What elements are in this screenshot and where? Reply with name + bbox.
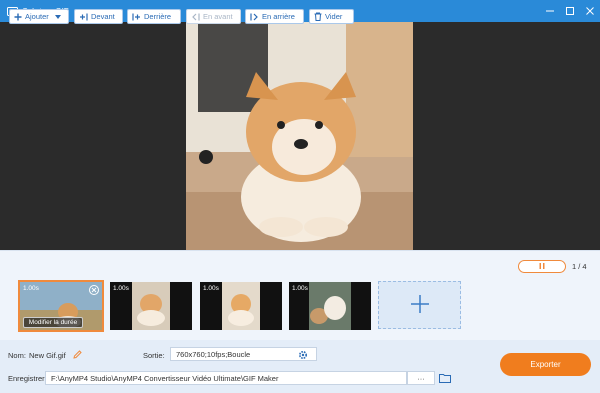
remove-thumbnail-icon[interactable] — [89, 285, 99, 295]
backward-button-label: En arrière — [262, 12, 295, 21]
add-button[interactable]: Ajouter — [9, 9, 69, 24]
preview-area — [0, 22, 600, 250]
pause-icon — [538, 262, 546, 272]
move-backward-icon — [250, 13, 259, 21]
behind-button-label: Derrière — [144, 12, 172, 21]
forward-button[interactable]: En avant — [186, 9, 241, 24]
maximize-icon[interactable] — [560, 0, 580, 22]
browse-button[interactable]: ··· — [407, 371, 435, 385]
export-button[interactable]: Exporter — [500, 353, 591, 376]
add-behind-icon — [132, 13, 141, 21]
thumbnail-duration: 1.00s — [292, 285, 308, 292]
clear-button[interactable]: Vider — [309, 9, 354, 24]
move-forward-icon — [191, 13, 200, 21]
front-button-label: Devant — [91, 12, 115, 21]
clear-button-label: Vider — [325, 12, 343, 21]
chevron-down-icon[interactable] — [54, 14, 61, 19]
save-path-value: F:\AnyMP4 Studio\AnyMP4 Convertisseur Vi… — [51, 373, 279, 383]
edit-name-icon[interactable] — [72, 349, 83, 360]
front-button[interactable]: Devant — [74, 9, 123, 24]
output-value: 760x760;10fps;Boucle — [176, 349, 251, 359]
save-path-field[interactable]: F:\AnyMP4 Studio\AnyMP4 Convertisseur Vi… — [45, 371, 407, 385]
forward-button-label: En avant — [203, 12, 233, 21]
more-options: ··· — [417, 373, 425, 383]
frame-counter: 1 / 4 — [572, 262, 587, 271]
add-front-icon — [79, 13, 88, 21]
behind-button[interactable]: Derrière — [127, 9, 181, 24]
folder-icon[interactable] — [438, 372, 452, 384]
name-value[interactable]: New Gif.gif — [29, 351, 66, 360]
output-settings-field[interactable]: 760x760;10fps;Boucle — [170, 347, 317, 361]
plus-icon — [14, 13, 22, 21]
backward-button[interactable]: En arrière — [245, 9, 304, 24]
preview-image — [186, 22, 413, 250]
add-frame-button[interactable] — [378, 281, 461, 329]
add-button-label: Ajouter — [25, 12, 49, 21]
close-icon[interactable] — [580, 0, 600, 22]
name-label: Nom: — [8, 351, 26, 360]
plus-icon — [410, 294, 430, 316]
save-label: Enregistrer: — [8, 374, 47, 383]
minimize-icon[interactable] — [540, 0, 560, 22]
pause-button[interactable] — [518, 260, 566, 273]
thumbnail-2[interactable]: 1.00s — [110, 282, 192, 330]
toolbar — [0, 250, 600, 280]
thumbnail-strip: 1.00s Modifier la durée 1.00s 1.00s 1.00… — [0, 280, 600, 340]
thumbnail-4[interactable]: 1.00s — [289, 282, 371, 330]
modify-duration-button[interactable]: Modifier la durée — [23, 317, 83, 328]
thumbnail-1[interactable]: 1.00s Modifier la durée — [18, 280, 104, 332]
thumbnail-duration: 1.00s — [23, 285, 39, 292]
output-label: Sortie: — [143, 351, 165, 360]
thumbnail-duration: 1.00s — [203, 285, 219, 292]
thumbnail-duration: 1.00s — [113, 285, 129, 292]
thumbnail-3[interactable]: 1.00s — [200, 282, 282, 330]
gear-icon[interactable] — [297, 349, 308, 360]
trash-icon — [314, 12, 322, 21]
